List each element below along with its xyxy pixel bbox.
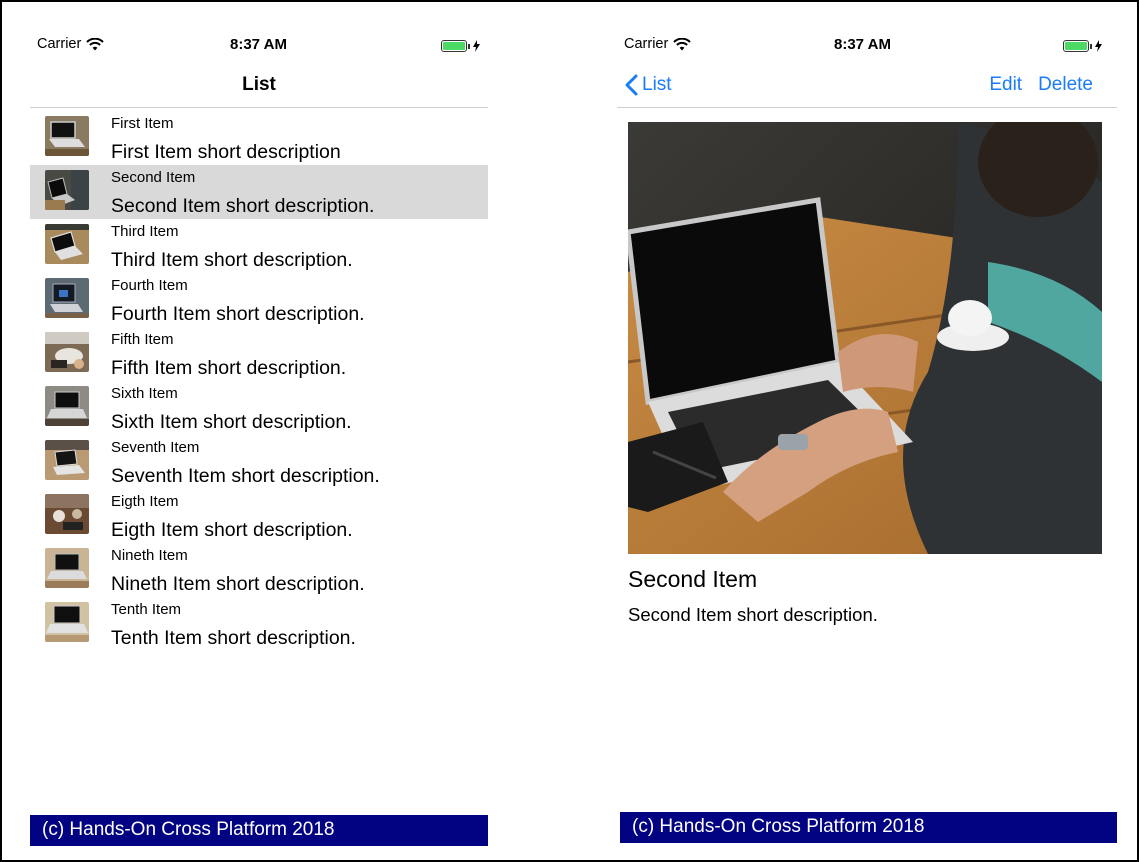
- list-item[interactable]: Fifth Item Fifth Item short description.: [30, 327, 488, 381]
- carrier-indicator: Carrier: [37, 36, 105, 52]
- item-name: Third Item: [111, 223, 179, 240]
- item-thumbnail: [45, 224, 89, 264]
- list-screen: Carrier 8:37 AM List First Item First It…: [30, 2, 488, 860]
- list-item-selected[interactable]: Second Item Second Item short descriptio…: [30, 165, 488, 219]
- item-thumbnail: [45, 170, 89, 210]
- list-item[interactable]: Sixth Item Sixth Item short description.: [30, 381, 488, 435]
- carrier-label: Carrier: [624, 36, 669, 52]
- item-name: Fourth Item: [111, 277, 188, 294]
- edit-button[interactable]: Edit: [989, 74, 1022, 96]
- item-thumbnail: [45, 494, 89, 534]
- item-name: First Item: [111, 115, 174, 132]
- item-description: Third Item short description.: [111, 249, 353, 271]
- footer-banner: (c) Hands-On Cross Platform 2018: [30, 815, 488, 846]
- item-name: Sixth Item: [111, 385, 178, 402]
- item-description: First Item short description: [111, 141, 341, 163]
- carrier-indicator: Carrier: [624, 36, 692, 52]
- carrier-label: Carrier: [37, 36, 82, 52]
- delete-button[interactable]: Delete: [1038, 74, 1093, 96]
- wifi-icon: [86, 37, 105, 50]
- navigation-bar: List Edit Delete: [617, 64, 1117, 108]
- item-thumbnail: [45, 602, 89, 642]
- item-description: Eigth Item short description.: [111, 519, 353, 541]
- item-description: Fourth Item short description.: [111, 303, 365, 325]
- list-item[interactable]: First Item First Item short description: [30, 111, 488, 165]
- list-item[interactable]: Nineth Item Nineth Item short descriptio…: [30, 543, 488, 597]
- wifi-icon: [673, 37, 692, 50]
- item-name: Tenth Item: [111, 601, 182, 618]
- item-description: Tenth Item short description.: [111, 627, 356, 649]
- item-description: Seventh Item short description.: [111, 465, 380, 487]
- item-description: Sixth Item short description.: [111, 411, 352, 433]
- item-thumbnail: [45, 332, 89, 372]
- list-item[interactable]: Seventh Item Seventh Item short descript…: [30, 435, 488, 489]
- item-name: Nineth Item: [111, 547, 188, 564]
- footer-banner: (c) Hands-On Cross Platform 2018: [620, 812, 1117, 843]
- battery-icon: [441, 40, 467, 52]
- item-list: First Item First Item short description …: [30, 111, 488, 651]
- item-thumbnail: [45, 548, 89, 588]
- item-thumbnail: [45, 386, 89, 426]
- back-label: List: [642, 74, 672, 95]
- battery-indicator: [1063, 40, 1102, 52]
- status-bar: Carrier 8:37 AM: [617, 36, 1117, 58]
- detail-screen: Carrier 8:37 AM List Edit Delete Second …: [617, 2, 1117, 860]
- navigation-bar: List: [30, 64, 488, 108]
- list-item[interactable]: Tenth Item Tenth Item short description.: [30, 597, 488, 651]
- charging-bolt-icon: [473, 40, 480, 52]
- list-item[interactable]: Third Item Third Item short description.: [30, 219, 488, 273]
- item-description: Nineth Item short description.: [111, 573, 365, 595]
- list-item[interactable]: Fourth Item Fourth Item short descriptio…: [30, 273, 488, 327]
- status-time: 8:37 AM: [834, 36, 891, 53]
- item-thumbnail: [45, 116, 89, 156]
- chevron-left-icon: [625, 74, 638, 96]
- item-name: Eigth Item: [111, 493, 179, 510]
- item-name: Second Item: [111, 169, 196, 186]
- status-bar: Carrier 8:37 AM: [30, 36, 488, 58]
- back-button[interactable]: List: [625, 74, 672, 96]
- charging-bolt-icon: [1095, 40, 1102, 52]
- item-description: Second Item short description.: [111, 195, 375, 217]
- item-name: Seventh Item: [111, 439, 200, 456]
- nav-actions: Edit Delete: [989, 74, 1093, 96]
- item-photo: [628, 122, 1102, 554]
- item-name: Fifth Item: [111, 331, 174, 348]
- item-thumbnail: [45, 278, 89, 318]
- item-description: Fifth Item short description.: [111, 357, 347, 379]
- battery-icon: [1063, 40, 1089, 52]
- battery-indicator: [441, 40, 480, 52]
- detail-description: Second Item short description.: [628, 604, 878, 625]
- page-title: List: [242, 74, 276, 95]
- detail-title: Second Item: [628, 566, 758, 592]
- list-item[interactable]: Eigth Item Eigth Item short description.: [30, 489, 488, 543]
- item-thumbnail: [45, 440, 89, 480]
- status-time: 8:37 AM: [230, 36, 287, 53]
